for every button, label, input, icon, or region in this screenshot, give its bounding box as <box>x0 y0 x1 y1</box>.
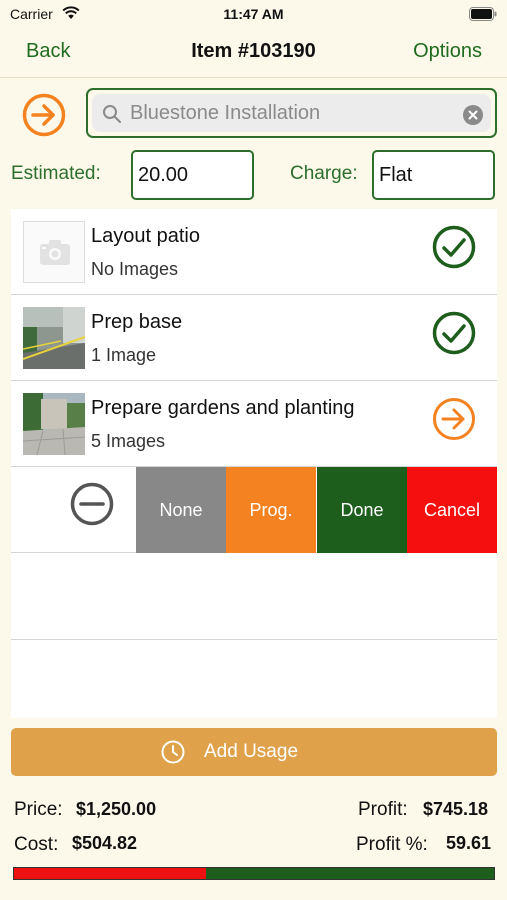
cost-label: Cost: <box>14 834 59 855</box>
search-input[interactable] <box>130 94 450 132</box>
search-field-container <box>92 94 491 132</box>
cost-bar-fill <box>14 868 206 879</box>
profit-percent-value: 59.61 <box>446 833 492 853</box>
swipe-actions-row: None Prog. Done Cancel <box>11 467 497 553</box>
cost-profit-bar <box>13 867 495 880</box>
status-progress-button[interactable]: Prog. <box>226 467 316 553</box>
empty-list-row <box>11 553 497 640</box>
estimated-label: Estimated: <box>11 163 101 184</box>
task-image-count: 5 Images <box>91 431 166 451</box>
totals-panel: Price: $1,250.00 Cost: $504.82 Profit: $… <box>0 785 507 900</box>
no-image-thumbnail <box>23 221 85 283</box>
price-label: Price: <box>14 799 63 820</box>
task-title: Layout patio <box>91 225 200 247</box>
price-value: $1,250.00 <box>76 799 157 819</box>
task-list: Layout patio No Images Prep base 1 Image <box>11 209 497 718</box>
clock-time: 11:47 AM <box>223 6 284 22</box>
search-bar <box>86 88 497 138</box>
profit-value: $745.18 <box>423 799 489 819</box>
search-icon <box>102 104 122 129</box>
task-image-count: 1 Image <box>91 345 157 365</box>
list-item[interactable]: Prep base 1 Image <box>11 295 497 381</box>
options-button[interactable]: Options <box>413 40 482 63</box>
task-photo-thumbnail <box>23 307 85 369</box>
charge-label: Charge: <box>290 163 358 184</box>
task-image-count: No Images <box>91 259 179 279</box>
task-photo-thumbnail <box>23 393 85 455</box>
clear-search-icon[interactable] <box>463 105 483 130</box>
navigation-bar: Back Item #103190 Options <box>0 30 507 78</box>
checkmark-circle-icon[interactable] <box>431 310 477 356</box>
profit-percent-label: Profit %: <box>356 834 428 855</box>
estimated-field[interactable]: 20.00 <box>131 150 254 200</box>
task-title: Prepare gardens and planting <box>91 397 355 419</box>
status-none-button[interactable]: None <box>136 467 226 553</box>
checkmark-circle-icon[interactable] <box>431 224 477 270</box>
status-bar: Carrier 11:47 AM <box>0 0 507 30</box>
list-item[interactable]: Layout patio No Images <box>11 209 497 295</box>
arrow-circle-icon[interactable] <box>431 396 477 442</box>
charge-field[interactable]: Flat <box>372 150 495 200</box>
add-usage-label: Add Usage <box>204 741 299 762</box>
status-cancel-button[interactable]: Cancel <box>407 467 497 553</box>
camera-icon <box>40 240 70 265</box>
cost-value: $504.82 <box>72 833 138 853</box>
go-arrow-button[interactable] <box>21 92 67 138</box>
task-title: Prep base <box>91 311 183 333</box>
list-item[interactable]: Prepare gardens and planting 5 Images <box>11 381 497 467</box>
battery-icon <box>469 7 497 26</box>
back-button[interactable]: Back <box>26 40 70 63</box>
status-done-button[interactable]: Done <box>317 467 407 553</box>
clock-icon <box>161 740 185 769</box>
minus-circle-icon[interactable] <box>69 481 115 527</box>
add-usage-button[interactable]: Add Usage <box>11 728 497 776</box>
profit-label: Profit: <box>358 799 408 820</box>
